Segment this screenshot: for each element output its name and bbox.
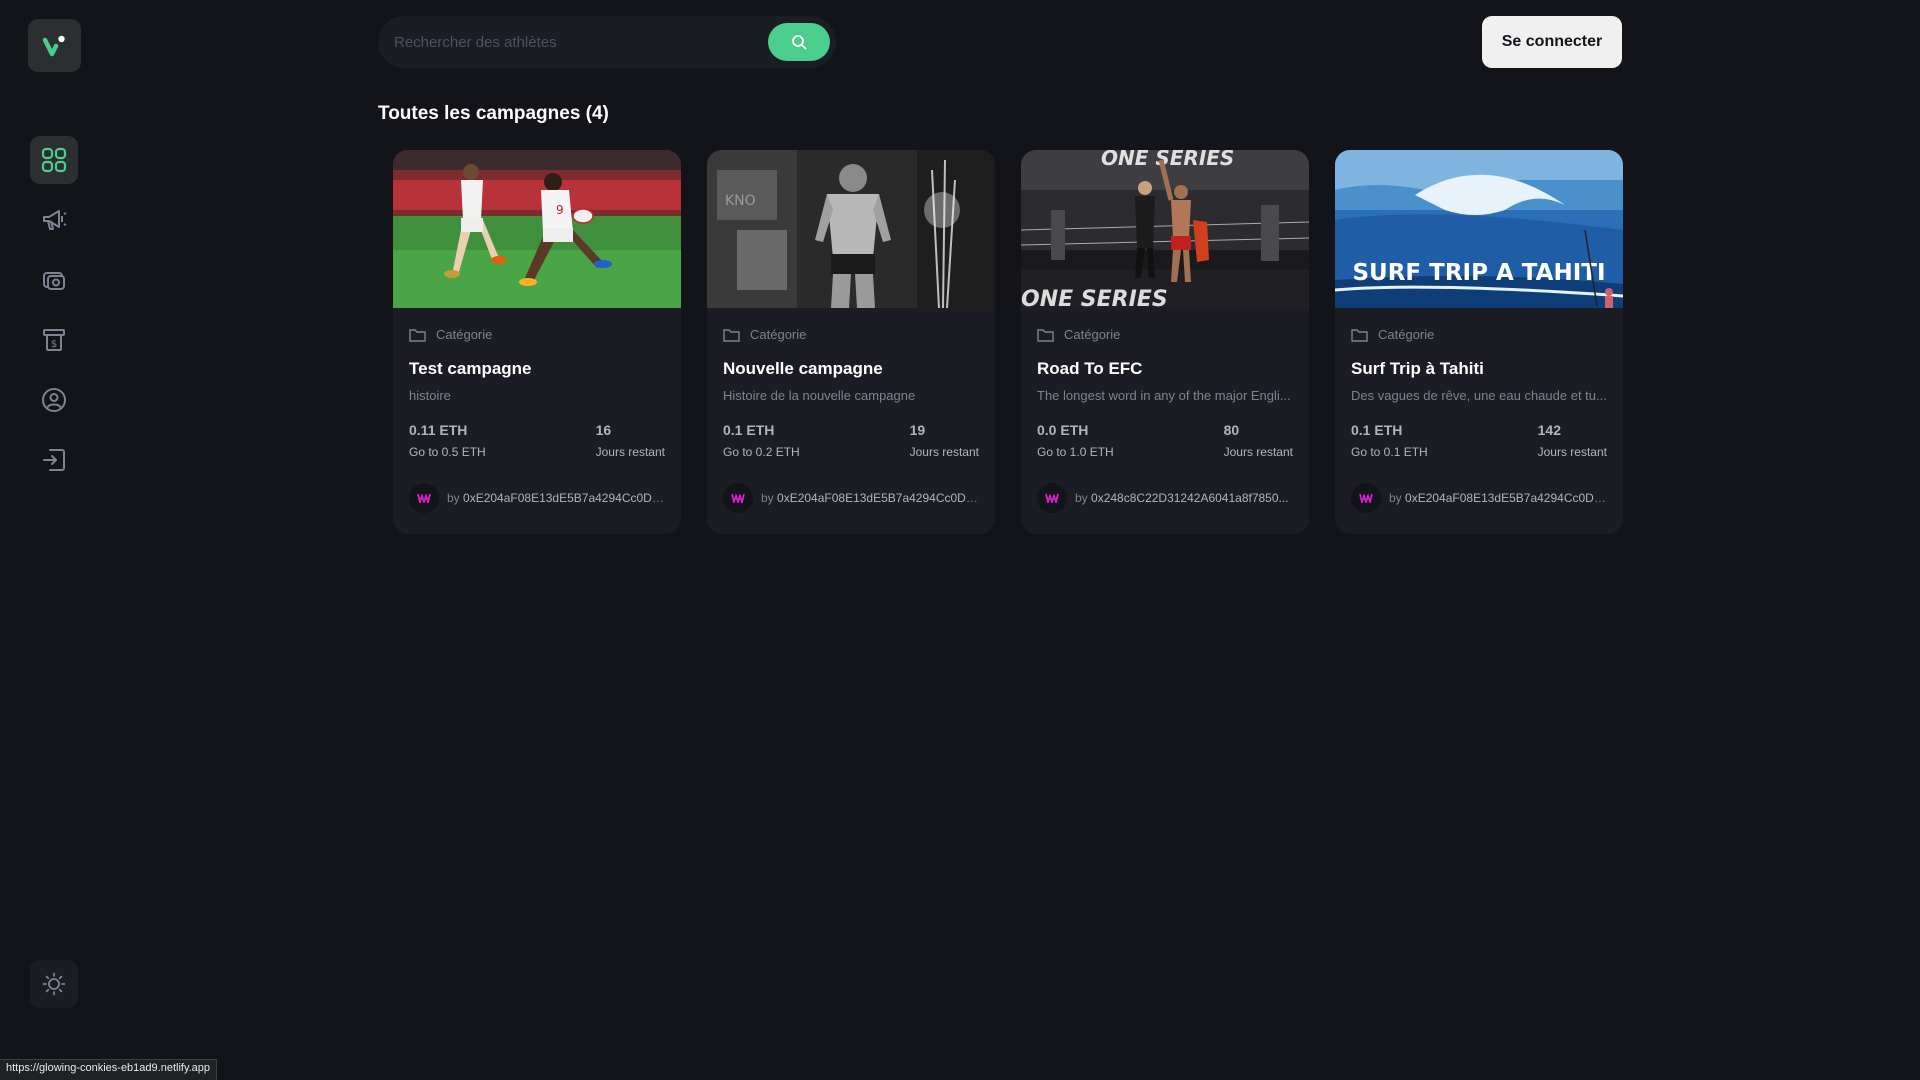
days-left-label: Jours restant — [909, 445, 979, 459]
image-caption: SURF TRIP A TAHITI — [1352, 260, 1605, 286]
card-title: Test campagne — [409, 359, 532, 378]
folder-icon — [1037, 328, 1054, 342]
target-amount: Go to 0.2 ETH — [723, 445, 800, 459]
cash-icon: $ — [43, 329, 65, 351]
raised-amount: 0.0 ETH — [1037, 422, 1089, 438]
days-left: 80 — [1223, 422, 1240, 438]
card-description: Des vagues de rêve, une eau chaude et tu… — [1351, 388, 1607, 403]
raised-amount: 0.1 ETH — [723, 422, 775, 438]
campaign-card[interactable]: SURF TRIP A TAHITI Catégorie Surf Trip à… — [1335, 150, 1623, 534]
days-left-label: Jours restant — [595, 445, 665, 459]
folder-icon — [1351, 328, 1368, 342]
target-amount: Go to 0.5 ETH — [409, 445, 486, 459]
ring-floor-text: ONE SERIES — [1021, 287, 1168, 308]
campaign-list: 9 Catégorie Test campagne histoire 0.11 … — [393, 150, 1623, 534]
avatar — [1351, 483, 1381, 513]
card-owner: by 0xE204aF08E13dE5B7a4294Cc0D1... — [723, 483, 979, 513]
owner-address: 0x248c8C22D31242A6041a8f7850... — [1091, 491, 1289, 505]
sidebar-item-withdraw[interactable]: $ — [30, 316, 78, 364]
ring-banner-text: ONE SERIES — [1101, 150, 1234, 170]
campaign-card[interactable]: 9 Catégorie Test campagne histoire 0.11 … — [393, 150, 681, 534]
category-label: Catégorie — [1378, 327, 1435, 342]
owner-prefix: by — [761, 491, 774, 505]
card-category: Catégorie — [1351, 327, 1607, 342]
owner-logo-icon — [1359, 493, 1373, 503]
card-owner: by 0xE204aF08E13dE5B7a4294Cc0D1... — [409, 483, 665, 513]
card-title: Nouvelle campagne — [723, 359, 883, 378]
avatar — [723, 483, 753, 513]
search-button[interactable] — [768, 23, 830, 61]
sun-icon — [42, 972, 66, 996]
days-left: 16 — [595, 422, 612, 438]
card-description: Histoire de la nouvelle campagne — [723, 388, 916, 403]
sidebar: $ — [0, 0, 106, 1080]
megaphone-icon — [43, 210, 67, 230]
sidebar-item-dashboard[interactable] — [30, 136, 78, 184]
search-input[interactable] — [394, 33, 768, 51]
sidebar-item-payment[interactable] — [30, 256, 78, 304]
campaign-card[interactable]: ONE SERIES ONE SERIES Catégorie Road To … — [1021, 150, 1309, 534]
search-icon — [792, 35, 807, 50]
days-left-label: Jours restant — [1537, 445, 1607, 459]
campaign-card[interactable]: KNO Catégorie Nouvelle campagne Histoire… — [707, 150, 995, 534]
card-category: Catégorie — [723, 327, 979, 342]
campaign-image: SURF TRIP A TAHITI — [1335, 150, 1623, 308]
fighter-banner-text: KNO — [725, 193, 756, 209]
card-description: histoire — [409, 388, 451, 403]
owner-prefix: by — [1389, 491, 1402, 505]
sidebar-item-logout[interactable] — [30, 436, 78, 484]
connect-button[interactable]: Se connecter — [1482, 16, 1622, 68]
target-amount: Go to 0.1 ETH — [1351, 445, 1428, 459]
raised-amount: 0.1 ETH — [1351, 422, 1403, 438]
camera-wallet-icon — [43, 272, 65, 290]
category-label: Catégorie — [436, 327, 493, 342]
theme-toggle[interactable] — [30, 960, 78, 1008]
folder-icon — [723, 328, 740, 342]
folder-icon — [409, 328, 426, 342]
v-logo-icon — [42, 35, 65, 56]
sidebar-item-campaigns[interactable] — [30, 196, 78, 244]
campaign-image: 9 — [393, 150, 681, 308]
owner-prefix: by — [1075, 491, 1088, 505]
campaign-image: ONE SERIES ONE SERIES — [1021, 150, 1309, 308]
sidebar-item-profile[interactable] — [30, 376, 78, 424]
search-bar — [378, 16, 836, 68]
card-category: Catégorie — [1037, 327, 1293, 342]
card-title: Road To EFC — [1037, 359, 1143, 378]
user-circle-icon — [42, 388, 66, 412]
logo[interactable] — [28, 19, 81, 72]
avatar — [1037, 483, 1067, 513]
page-title: Toutes les campagnes (4) — [378, 103, 609, 124]
card-category: Catégorie — [409, 327, 665, 342]
days-left: 19 — [909, 422, 926, 438]
campaign-image: KNO — [707, 150, 995, 308]
owner-address: 0xE204aF08E13dE5B7a4294Cc0D1... — [777, 491, 979, 505]
owner-address: 0xE204aF08E13dE5B7a4294Cc0D1... — [1405, 491, 1607, 505]
category-label: Catégorie — [1064, 327, 1121, 342]
avatar — [409, 483, 439, 513]
logout-icon — [43, 449, 65, 471]
card-owner: by 0x248c8C22D31242A6041a8f7850... — [1037, 483, 1293, 513]
days-left: 142 — [1537, 422, 1561, 438]
raised-amount: 0.11 ETH — [409, 422, 468, 438]
days-left-label: Jours restant — [1223, 445, 1293, 459]
owner-prefix: by — [447, 491, 460, 505]
svg-text:$: $ — [51, 339, 57, 350]
category-label: Catégorie — [750, 327, 807, 342]
owner-logo-icon — [1045, 493, 1059, 503]
target-amount: Go to 1.0 ETH — [1037, 445, 1114, 459]
card-title: Surf Trip à Tahiti — [1351, 359, 1484, 378]
grid-icon — [41, 147, 67, 173]
card-owner: by 0xE204aF08E13dE5B7a4294Cc0D1... — [1351, 483, 1607, 513]
owner-logo-icon — [731, 493, 745, 503]
status-bar-url: https://glowing-conkies-eb1ad9.netlify.a… — [0, 1059, 218, 1080]
card-description: The longest word in any of the major Eng… — [1037, 388, 1291, 403]
svg-text:9: 9 — [556, 203, 564, 217]
owner-address: 0xE204aF08E13dE5B7a4294Cc0D1... — [463, 491, 665, 505]
owner-logo-icon — [417, 493, 431, 503]
